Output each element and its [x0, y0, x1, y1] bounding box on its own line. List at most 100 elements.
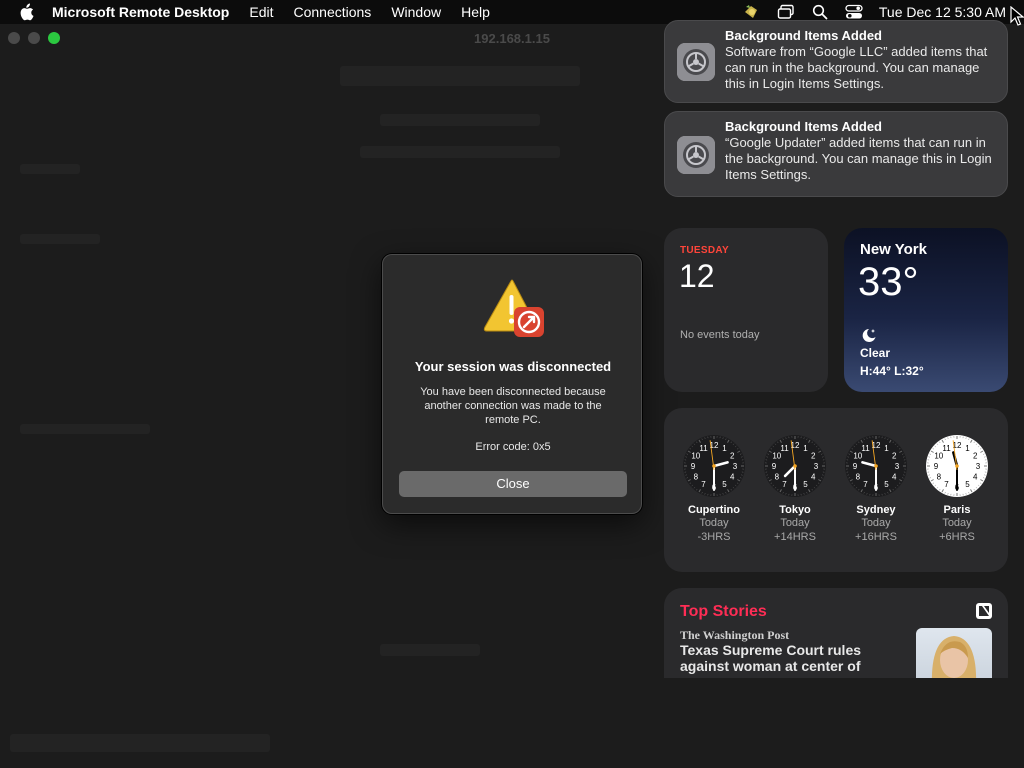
clock-numeral: 10 [772, 452, 781, 461]
clock-day: Today [699, 517, 729, 529]
clock-numeral: 3 [895, 462, 900, 471]
weather-high-low: H:44° L:32° [860, 364, 924, 378]
notification-title: Background Items Added [725, 28, 882, 43]
weather-temperature: 33° [858, 260, 919, 304]
clock-city: Sydney [856, 504, 896, 516]
clock-center [793, 464, 797, 468]
clock-numeral: 9 [691, 462, 696, 471]
weather-widget[interactable]: New York 33° Clear H:44° L:32° [844, 228, 1008, 392]
clock-numeral: 11 [861, 444, 870, 453]
clock-day: Today [942, 517, 972, 529]
remote-content-shape [20, 424, 150, 434]
world-clock-tokyo: 123456789101112 Tokyo Today +14HRS [763, 434, 827, 544]
menu-connections[interactable]: Connections [293, 4, 371, 20]
control-center-icon[interactable] [843, 3, 865, 21]
clock-numeral: 8 [856, 473, 861, 482]
portrait-image-icon [931, 636, 977, 678]
remote-content-shape [360, 146, 560, 158]
clock-numeral: 10 [853, 452, 862, 461]
clock-numeral: 11 [942, 444, 951, 453]
menubar-datetime[interactable]: Tue Dec 12 5:30 AM [879, 4, 1006, 20]
clock-numeral: 7 [863, 480, 868, 489]
clock-numeral: 11 [699, 444, 708, 453]
world-clock-paris: 123456789101112 Paris Today +6HRS [925, 434, 989, 544]
clock-numeral: 4 [730, 473, 735, 482]
calendar-events: No events today [680, 329, 760, 341]
weather-condition: Clear [860, 346, 891, 360]
clock-numeral: 9 [772, 462, 777, 471]
clock-numeral: 1 [803, 444, 808, 453]
menu-edit[interactable]: Edit [249, 4, 273, 20]
clock-face-icon: 123456789101112 [845, 435, 907, 497]
clock-offset: +16HRS [855, 531, 897, 543]
notification-title: Background Items Added [725, 119, 882, 134]
clock-center [712, 464, 716, 468]
clock-numeral: 1 [884, 444, 889, 453]
clock-numeral: 8 [694, 473, 699, 482]
weather-city: New York [860, 241, 927, 258]
clock-numeral: 4 [892, 473, 897, 482]
clock-center [955, 464, 959, 468]
search-icon[interactable] [809, 3, 831, 21]
clock-offset: +6HRS [939, 531, 975, 543]
clock-numeral: 10 [934, 452, 943, 461]
clock-day: Today [861, 517, 891, 529]
clock-numeral: 3 [814, 462, 819, 471]
remote-content-shape [20, 234, 100, 244]
news-source: The Washington Post [680, 628, 790, 642]
world-clock-sydney: 123456789101112 Sydney Today +16HRS [844, 434, 908, 544]
clock-numeral: 5 [884, 480, 889, 489]
close-button[interactable]: Close [399, 471, 627, 497]
clock-face-icon: 123456789101112 [683, 435, 745, 497]
clock-numeral: 10 [691, 452, 700, 461]
clock-numeral: 7 [944, 480, 949, 489]
news-thumbnail[interactable] [916, 628, 992, 678]
clock-numeral: 3 [733, 462, 738, 471]
notification-background-items-2[interactable]: Background Items Added “Google Updater” … [664, 111, 1008, 197]
remote-content-shape [20, 164, 80, 174]
dialog-title: Your session was disconnected [414, 359, 612, 374]
menu-help[interactable]: Help [461, 4, 490, 20]
world-clock-widget[interactable]: 123456789101112 Cupertino Today -3HRS 12… [664, 408, 1008, 572]
disconnect-dialog: Your session was disconnected You have b… [382, 254, 642, 514]
settings-gear-icon [677, 43, 715, 81]
screen-mirror-icon[interactable] [775, 3, 797, 21]
clock-numeral: 9 [934, 462, 939, 471]
clock-numeral: 8 [775, 473, 780, 482]
news-header: Top Stories [680, 603, 767, 620]
clock-numeral: 1 [965, 444, 970, 453]
clock-center [874, 464, 878, 468]
remote-content-shape [10, 734, 270, 752]
settings-gear-icon [677, 136, 715, 174]
clock-city: Cupertino [688, 504, 740, 516]
clock-numeral: 5 [965, 480, 970, 489]
mouse-cursor-icon [1010, 6, 1024, 26]
news-app-icon [976, 603, 992, 619]
clock-face-icon: 123456789101112 [926, 435, 988, 497]
clock-numeral: 4 [811, 473, 816, 482]
menu-app-name[interactable]: Microsoft Remote Desktop [52, 4, 229, 20]
clock-numeral: 5 [722, 480, 727, 489]
calendar-widget[interactable]: TUESDAY 12 No events today [664, 228, 828, 392]
notification-background-items-1[interactable]: Background Items Added Software from “Go… [664, 20, 1008, 103]
clock-offset: +14HRS [774, 531, 816, 543]
clock-numeral: 4 [973, 473, 978, 482]
app-extension-icon[interactable] [741, 3, 763, 21]
notification-body: “Google Updater” added items that can ru… [725, 135, 992, 182]
notification-body: Software from “Google LLC” added items t… [725, 44, 988, 91]
dialog-error-code: Error code: 0x5 [475, 441, 551, 453]
dialog-message: You have been disconnected because anoth… [420, 386, 606, 426]
clock-city: Tokyo [779, 504, 811, 516]
clock-numeral: 7 [782, 480, 787, 489]
remote-content-shape [380, 644, 480, 656]
apple-logo-icon[interactable] [18, 3, 34, 21]
menu-window[interactable]: Window [391, 4, 441, 20]
clock-city: Paris [943, 504, 971, 516]
clock-numeral: 2 [811, 452, 816, 461]
clock-offset: -3HRS [697, 531, 731, 543]
clock-day: Today [780, 517, 810, 529]
clock-numeral: 5 [803, 480, 808, 489]
clock-numeral: 8 [937, 473, 942, 482]
news-headline[interactable]: Texas Supreme Court rules against woman … [680, 642, 880, 674]
news-widget[interactable]: Top Stories The Washington Post Texas Su… [664, 588, 1008, 678]
